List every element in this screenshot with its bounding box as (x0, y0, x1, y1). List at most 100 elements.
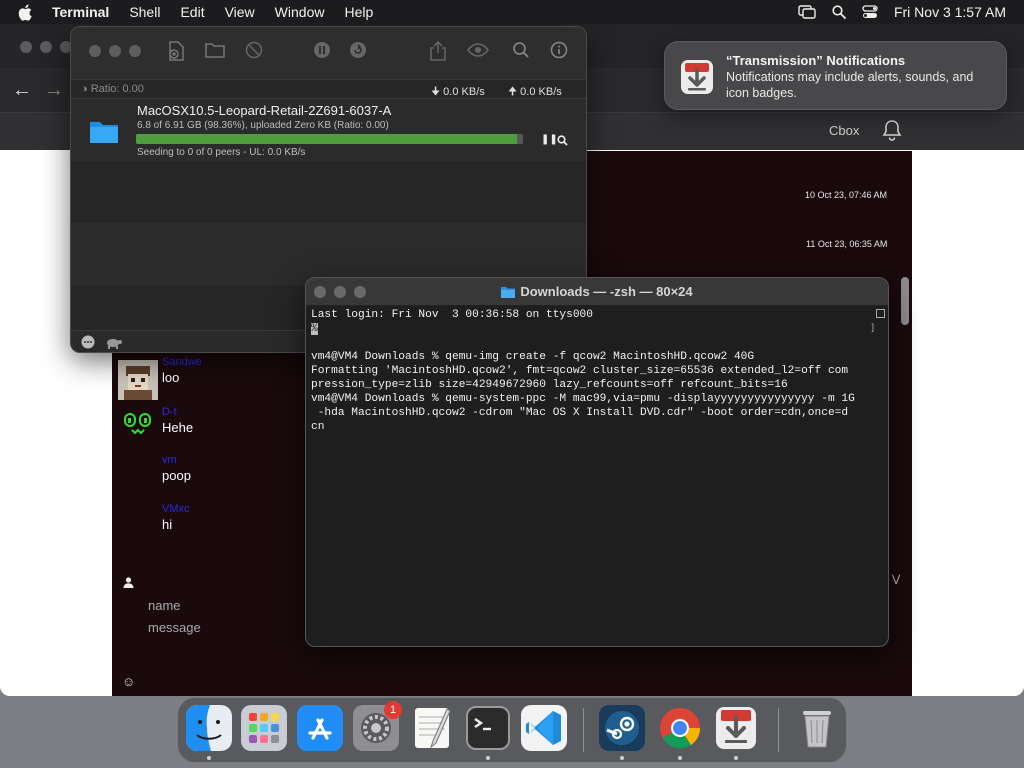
dock: 1 (177, 697, 847, 763)
terminal-line: Last login: Fri Nov 3 00:36:58 on ttys00… (311, 309, 593, 321)
empty-row (71, 223, 586, 285)
transmission-icon[interactable] (713, 705, 759, 751)
terminal-line: cn (311, 421, 325, 433)
minimize-button[interactable] (109, 45, 121, 57)
terminal-title: Downloads — -zsh — 80×24 (306, 284, 888, 301)
bell-icon[interactable] (880, 118, 904, 147)
emoji-icon[interactable]: ☺ (122, 674, 135, 689)
notification-title: “Transmission” Notifications (726, 53, 906, 68)
chat-username[interactable]: D-t (162, 406, 177, 418)
torrent-progress-text: 6.8 of 6.91 GB (98.36%), uploaded Zero K… (137, 120, 389, 131)
open-folder-icon[interactable] (205, 41, 225, 64)
speed-limit-turtle-icon[interactable] (105, 335, 123, 352)
quick-look-icon[interactable] (467, 41, 489, 64)
avatar (118, 360, 158, 400)
upload-speed-value: 0.0 KB/s (520, 86, 562, 98)
menu-window[interactable]: Window (275, 4, 325, 20)
page-right-margin (912, 151, 1024, 696)
info-icon[interactable] (550, 41, 568, 64)
avatar (118, 410, 158, 450)
chat-message-text: loo (162, 370, 180, 385)
running-indicator (486, 756, 490, 760)
page-scrollbar[interactable] (901, 277, 909, 325)
global-ratio[interactable]: ◑ Ratio: 0.00 (81, 83, 144, 95)
terminal-scroll-marker[interactable] (876, 309, 885, 318)
zoom-button[interactable] (129, 45, 141, 57)
torrent-name: MacOSX10.5-Leopard-Retail-2Z691-6037-A (137, 103, 392, 118)
user-icon (123, 575, 134, 593)
terminal-line: vm4@VM4 Downloads % qemu-img create -f q… (311, 351, 755, 363)
folder-icon (89, 119, 119, 149)
torrent-progress-bar (136, 134, 523, 144)
forward-arrow-icon[interactable]: → (44, 79, 64, 102)
menu-edit[interactable]: Edit (180, 4, 204, 20)
control-center-icon[interactable] (862, 5, 878, 19)
back-arrow-icon[interactable]: ← (12, 79, 32, 102)
finder-icon[interactable] (186, 705, 232, 751)
torrent-row[interactable]: MacOSX10.5-Leopard-Retail-2Z691-6037-A 6… (71, 99, 586, 161)
pause-all-icon[interactable] (313, 41, 331, 64)
spotlight-search-icon[interactable] (832, 5, 846, 19)
remove-icon[interactable] (245, 41, 263, 64)
terminal-line-text: % (311, 323, 318, 335)
browser-window-controls (20, 41, 72, 53)
terminal-line: % (311, 322, 877, 336)
screen-mirroring-icon[interactable] (798, 5, 816, 19)
empty-row (71, 161, 586, 223)
download-arrow-icon: 🠋 (431, 86, 441, 98)
chat-message-text: Hehe (162, 420, 194, 435)
chat-username[interactable]: vm (162, 454, 177, 466)
folder-icon (501, 286, 516, 301)
running-indicator (678, 756, 682, 760)
search-icon[interactable] (512, 41, 530, 64)
app-store-icon[interactable] (297, 705, 343, 751)
reveal-in-finder-icon[interactable] (557, 133, 568, 151)
google-chrome-icon[interactable] (657, 705, 703, 751)
close-button[interactable] (89, 45, 101, 57)
create-torrent-icon[interactable] (167, 41, 185, 66)
visual-studio-code-icon[interactable] (521, 705, 567, 751)
terminal-titlebar: Downloads — -zsh — 80×24 (306, 278, 888, 306)
resume-all-icon[interactable] (349, 41, 367, 64)
cbox-title: Cbox (829, 123, 860, 138)
torrent-progress-fill (136, 134, 517, 144)
transmission-statusbar: ◑ Ratio: 0.00 🠋 0.0 KB/s 🠉 0.0 KB/s (71, 79, 586, 99)
scroll-end-marker: ] (871, 322, 874, 332)
chat-message-text: hi (162, 517, 173, 532)
chat-message-input[interactable]: message (148, 620, 201, 635)
menu-terminal[interactable]: Terminal (52, 4, 109, 20)
download-speed-value: 0.0 KB/s (443, 86, 485, 98)
terminal-line: Formatting 'MacintoshHD.qcow2', fmt=qcow… (311, 365, 849, 377)
terminal-output[interactable]: Last login: Fri Nov 3 00:36:58 on ttys00… (311, 308, 877, 643)
terminal-line: vm4@VM4 Downloads % qemu-system-ppc -M m… (311, 393, 855, 405)
menu-shell[interactable]: Shell (129, 4, 160, 20)
terminal-icon[interactable] (465, 705, 511, 751)
scroll-down-icon[interactable]: ⋁ (892, 574, 900, 585)
textedit-icon[interactable] (409, 705, 455, 751)
apple-icon[interactable] (18, 4, 36, 21)
terminal-title-text: Downloads — -zsh — 80×24 (520, 284, 693, 299)
dock-separator (778, 708, 779, 752)
action-menu-icon[interactable] (81, 335, 95, 352)
launchpad-icon[interactable] (241, 705, 287, 751)
message-timestamp: 11 Oct 23, 06:35 AM (806, 239, 888, 249)
menu-clock[interactable]: Fri Nov 3 1:57 AM (894, 4, 1006, 20)
terminal-line: -hda MacintoshHD.qcow2 -cdrom "Mac OS X … (311, 407, 849, 419)
chat-name-input[interactable]: name (148, 598, 181, 613)
steam-icon[interactable] (599, 705, 645, 751)
close-button[interactable] (20, 41, 32, 53)
menu-view[interactable]: View (225, 4, 255, 20)
chat-username[interactable]: VMxc (162, 503, 190, 515)
global-ratio-value: Ratio: 0.00 (90, 83, 144, 95)
minimize-button[interactable] (40, 41, 52, 53)
chat-username[interactable]: Sandwe (162, 356, 202, 368)
pause-torrent-icon[interactable]: ❚❚ (541, 134, 558, 145)
terminal-window: Downloads — -zsh — 80×24 Last login: Fri… (305, 277, 889, 647)
notification-banner[interactable]: “Transmission” Notifications Notificatio… (664, 41, 1007, 110)
menu-help[interactable]: Help (344, 4, 373, 20)
trash-icon[interactable] (794, 705, 840, 751)
torrent-status: Seeding to 0 of 0 peers - UL: 0.0 KB/s (137, 147, 306, 158)
share-icon[interactable] (429, 40, 447, 66)
message-timestamp: 10 Oct 23, 07:46 AM (805, 190, 888, 200)
